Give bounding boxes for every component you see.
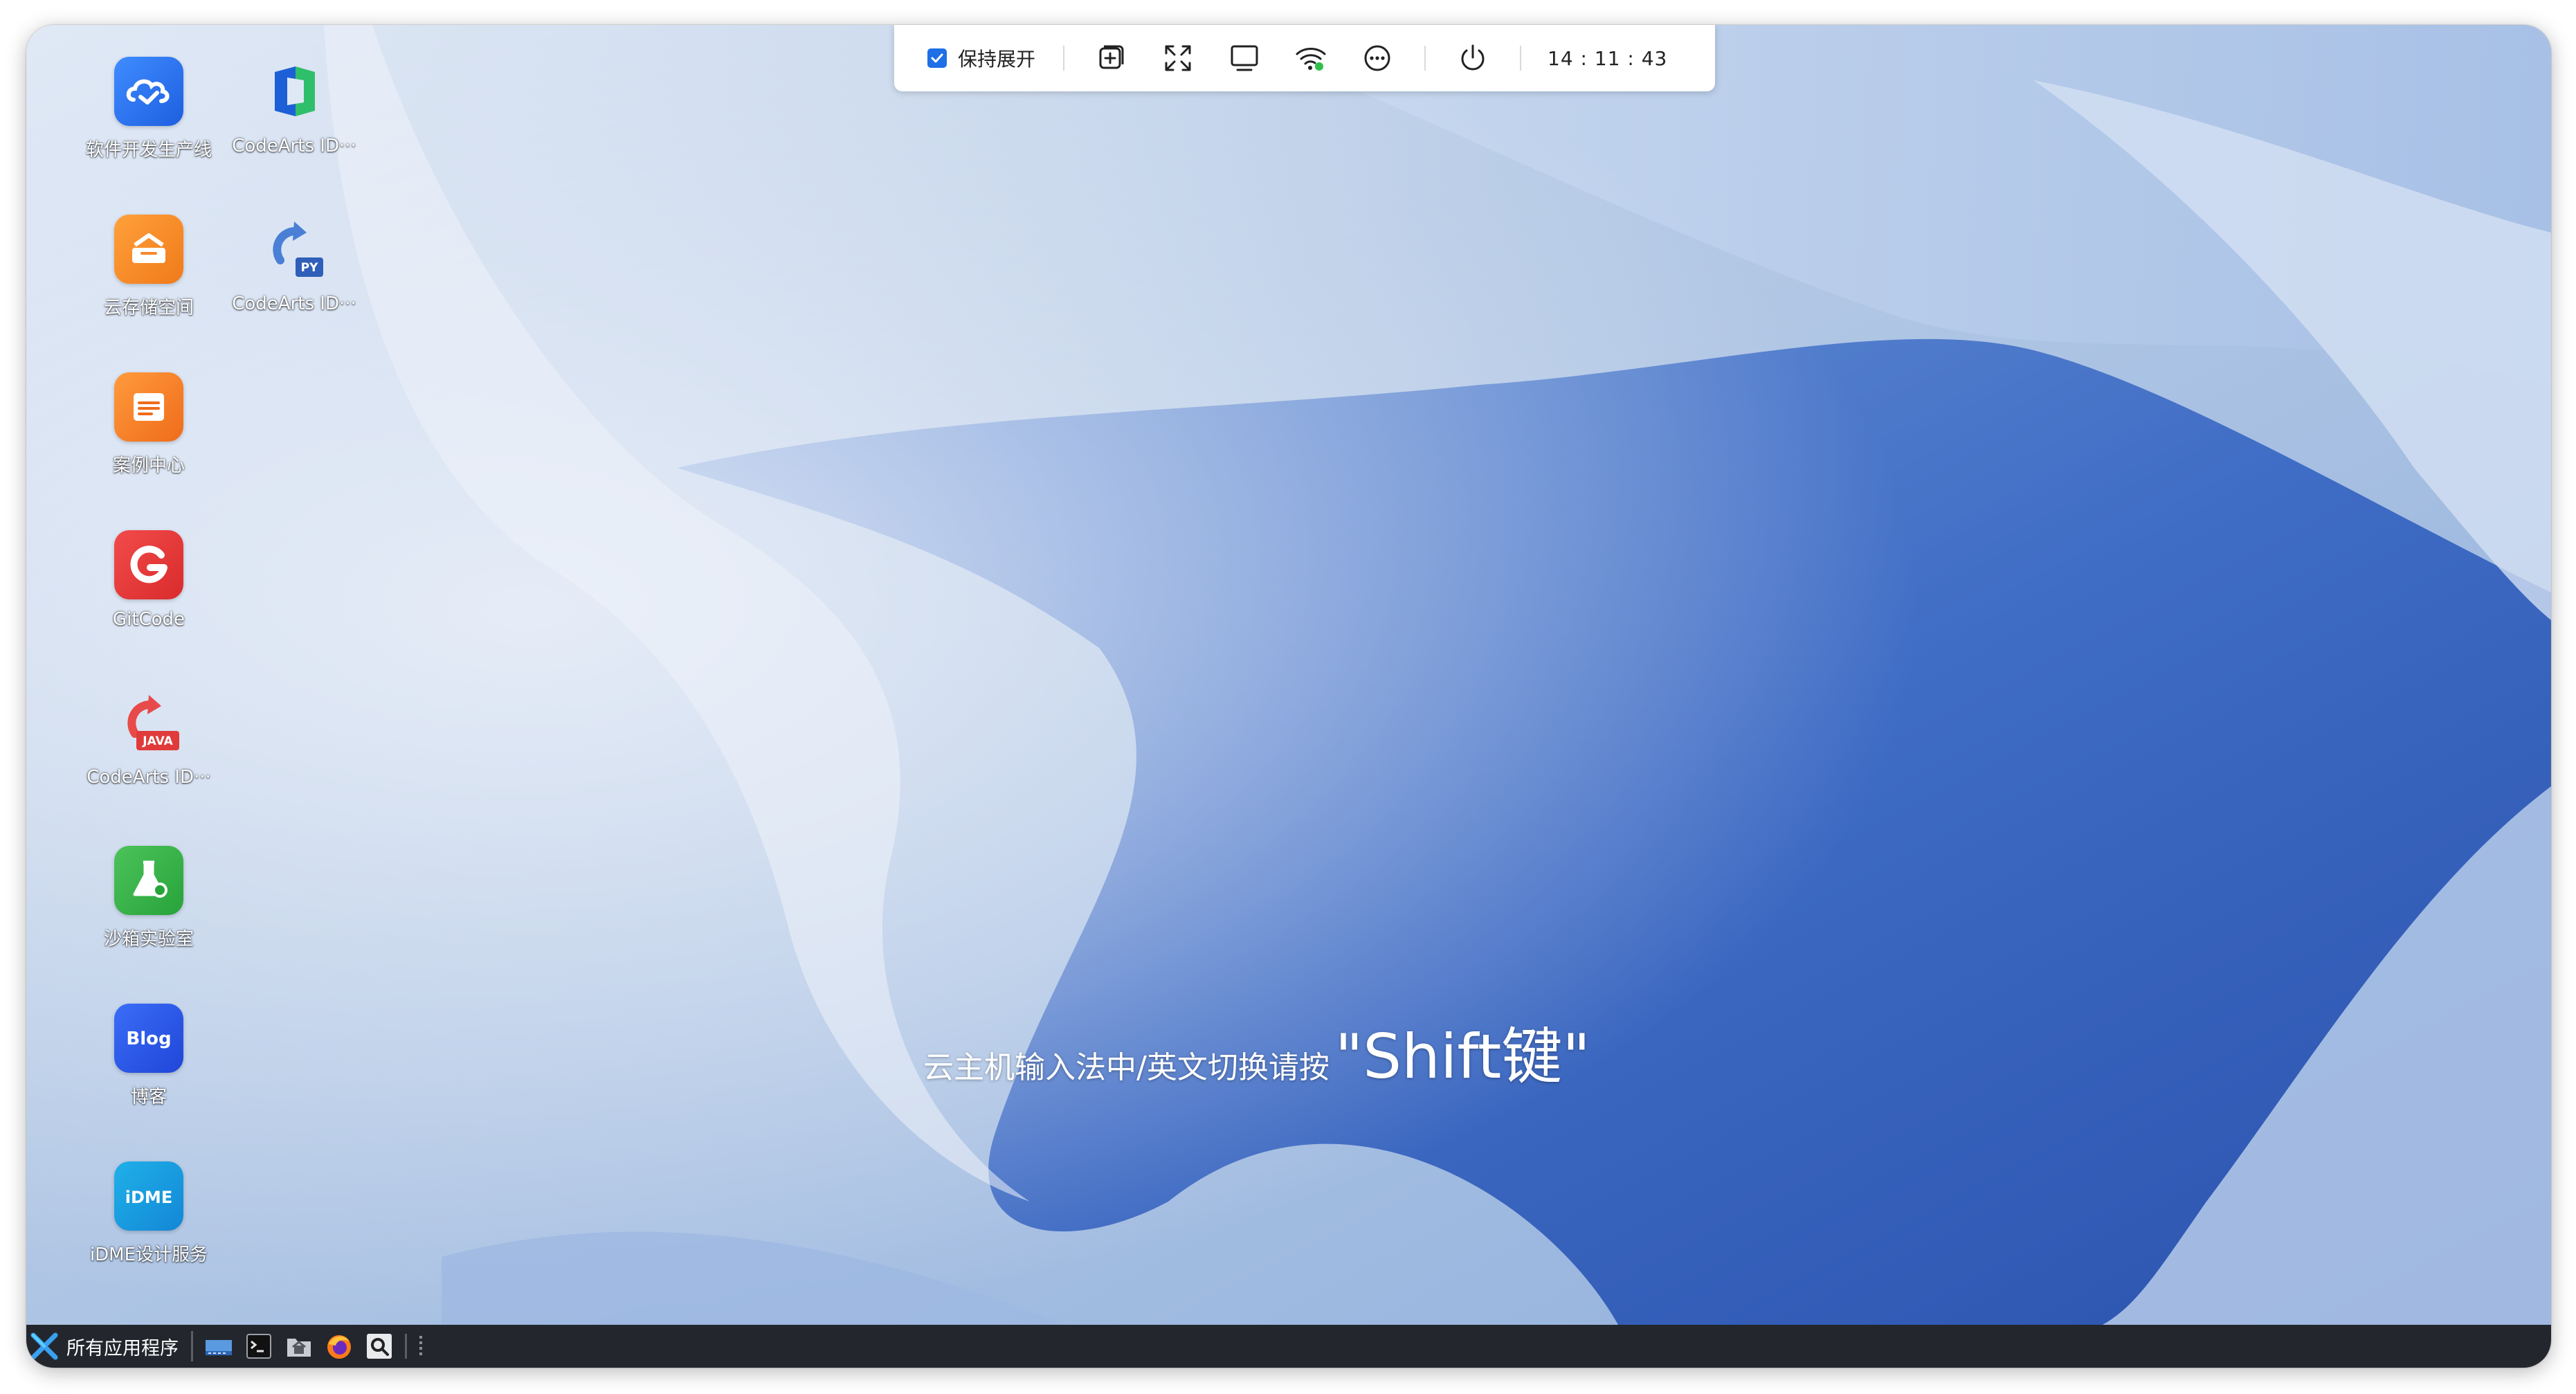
- toolbar-divider: [1520, 46, 1521, 71]
- idme-logo-text: iDME: [125, 1188, 172, 1207]
- case-center-icon: [114, 372, 183, 442]
- terminal-button[interactable]: [239, 1326, 279, 1366]
- python-badge-text: PY: [301, 261, 318, 275]
- session-toolbar: 保持展开: [894, 25, 1715, 91]
- desktop-wallpaper: [26, 25, 2551, 1325]
- desktop-icon-sandbox-lab[interactable]: 沙箱实验室: [76, 846, 221, 950]
- remote-desktop-window: 保持展开: [26, 25, 2551, 1368]
- fullscreen-button[interactable]: [1156, 36, 1200, 80]
- check-icon: [929, 51, 945, 66]
- display-button[interactable]: [1222, 36, 1267, 80]
- more-icon: [1360, 41, 1395, 75]
- show-desktop-button[interactable]: [199, 1326, 239, 1366]
- gitcode-icon: [114, 530, 183, 599]
- power-button[interactable]: [1451, 36, 1495, 80]
- desktop-icon-label: 博客: [131, 1083, 167, 1108]
- keep-expanded-checkbox[interactable]: [927, 48, 947, 68]
- sandbox-lab-icon: [114, 846, 183, 915]
- show-desktop-icon: [203, 1330, 235, 1362]
- desktop-icon-case-center[interactable]: 案例中心: [76, 372, 221, 477]
- start-menu-label: 所有应用程序: [66, 1333, 179, 1360]
- toolbar-divider: [1063, 46, 1064, 71]
- desktop-icon-idme[interactable]: iDME iDME设计服务: [76, 1161, 221, 1266]
- firefox-button[interactable]: [319, 1326, 359, 1366]
- desktop-icon-gitcode[interactable]: GitCode: [76, 530, 221, 630]
- ime-switch-hint: 云主机输入法中/英文切换请按 "Shift键": [923, 1008, 1590, 1096]
- file-manager-icon: [283, 1330, 315, 1362]
- keep-expanded-label: 保持展开: [958, 44, 1035, 72]
- search-app-icon: [363, 1330, 395, 1362]
- desktop-icon-codearts-java[interactable]: JAVA CodeArts ID···: [76, 688, 221, 788]
- desktop-icon-label: CodeArts ID···: [232, 293, 356, 314]
- desktop-icon-devcloud[interactable]: 软件开发生产线: [76, 57, 221, 161]
- search-app-button[interactable]: [359, 1326, 399, 1366]
- desktop-icon-label: 沙箱实验室: [104, 925, 194, 950]
- java-badge-text: JAVA: [142, 734, 173, 748]
- taskbar-divider: [405, 1334, 407, 1359]
- power-icon: [1455, 41, 1490, 75]
- devcloud-icon: [114, 57, 183, 126]
- desktop-icon-label: CodeArts ID···: [87, 767, 211, 788]
- start-logo-icon: [29, 1331, 60, 1361]
- codearts-python-icon: PY: [260, 215, 329, 284]
- toolbar-divider: [1424, 46, 1426, 71]
- codearts-java-icon: JAVA: [114, 688, 183, 757]
- ime-hint-key: "Shift键": [1335, 1008, 1590, 1096]
- desktop-icon-blog[interactable]: Blog 博客: [76, 1004, 221, 1108]
- taskbar: 所有应用程序: [26, 1325, 2551, 1368]
- desktop-icon-label: 云存储空间: [104, 293, 194, 319]
- monitor-icon: [1227, 41, 1262, 75]
- idme-icon: iDME: [114, 1161, 183, 1231]
- desktop-icon-cloud-storage[interactable]: 云存储空间: [76, 215, 221, 319]
- blog-logo-text: Blog: [126, 1029, 171, 1049]
- desktop-icon-label: iDME设计服务: [90, 1240, 208, 1266]
- desktop-icon-label: 案例中心: [113, 451, 185, 477]
- add-window-button[interactable]: [1089, 36, 1134, 80]
- session-clock: 14 : 11 : 43: [1548, 47, 1667, 70]
- keep-expanded-toggle[interactable]: 保持展开: [927, 37, 1035, 79]
- ime-hint-text: 云主机输入法中/英文切换请按: [923, 1042, 1330, 1087]
- desktop-icon-label: GitCode: [113, 609, 185, 630]
- more-button[interactable]: [1355, 36, 1399, 80]
- blog-icon: Blog: [114, 1004, 183, 1073]
- desktop-icon-codearts-ide[interactable]: CodeArts ID···: [221, 57, 367, 156]
- desktop-icon-codearts-python[interactable]: PY CodeArts ID···: [221, 215, 367, 314]
- start-menu-button[interactable]: 所有应用程序: [26, 1325, 185, 1368]
- firefox-icon: [323, 1330, 355, 1362]
- fullscreen-icon: [1161, 41, 1195, 75]
- wifi-icon: [1294, 41, 1328, 75]
- file-manager-button[interactable]: [279, 1326, 319, 1366]
- network-button[interactable]: [1289, 36, 1333, 80]
- taskbar-divider: [191, 1331, 193, 1361]
- cloud-storage-icon: [114, 215, 183, 284]
- desktop-icon-label: CodeArts ID···: [232, 136, 356, 156]
- add-window-icon: [1094, 41, 1129, 75]
- taskbar-drag-handle[interactable]: [419, 1336, 422, 1357]
- desktop-icon-label: 软件开发生产线: [86, 136, 212, 161]
- terminal-icon: [243, 1330, 275, 1362]
- codearts-ide-icon: [260, 57, 329, 126]
